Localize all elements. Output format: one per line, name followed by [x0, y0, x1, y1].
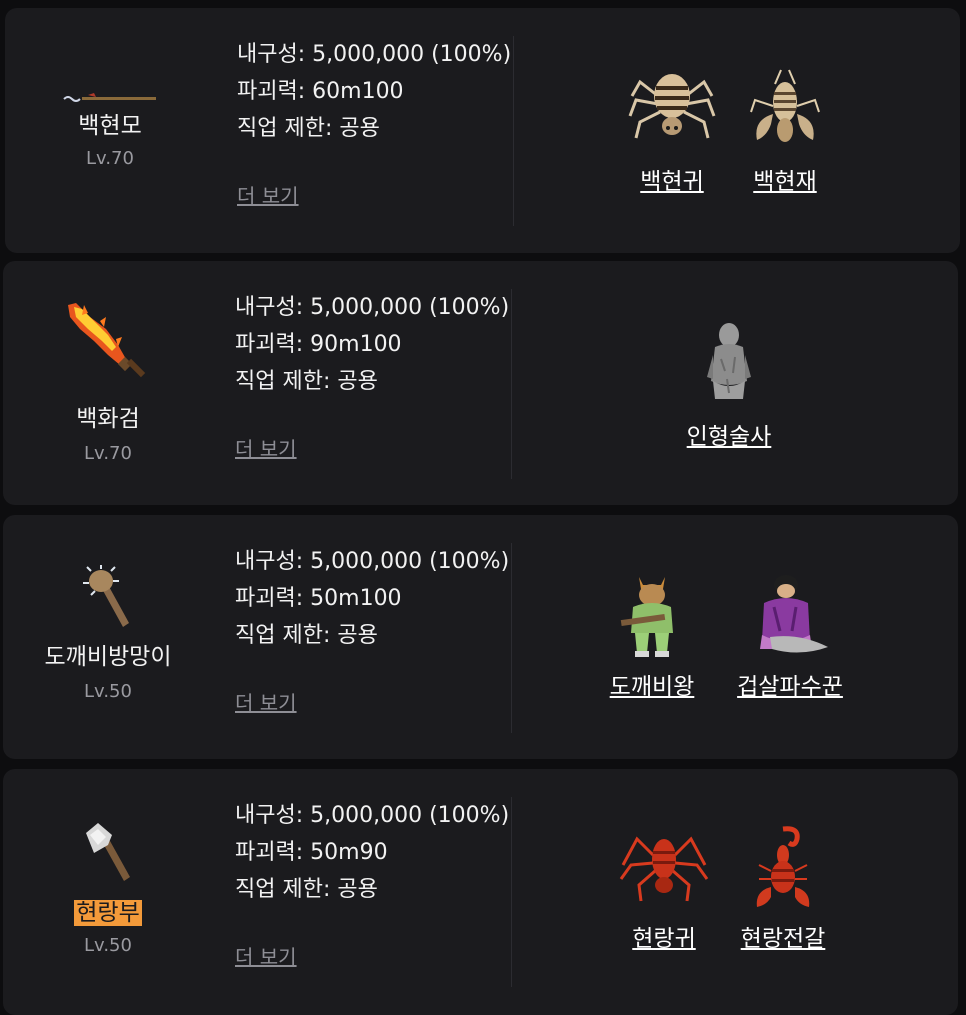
item-summary: 백화검 Lv.70: [3, 261, 213, 505]
divider: [511, 289, 512, 479]
item-summary: 도깨비방망이 Lv.50: [3, 515, 213, 759]
lobster-icon: [750, 69, 820, 142]
durability-label: 내구성:: [235, 803, 311, 828]
drop-monster[interactable]: 현랑귀: [618, 825, 710, 953]
drop-monster[interactable]: 백현귀: [627, 66, 717, 196]
goblin-king-icon: [620, 577, 673, 657]
purple-bandit-icon: [760, 575, 828, 653]
item-card: 도깨비방망이 Lv.50 내구성: 5,000,000 (100%) 파괴력: …: [3, 515, 958, 759]
more-link[interactable]: 더 보기: [237, 180, 299, 209]
red-spider-icon: [619, 836, 709, 902]
job-label: 직업 제한:: [235, 623, 338, 648]
drop-monster[interactable]: 백현재: [740, 66, 830, 196]
item-card: 백현모 Lv.70 내구성: 5,000,000 (100%) 파괴력: 60m…: [5, 8, 960, 253]
durability-value: 5,000,000 (100%): [312, 42, 512, 67]
item-level: Lv.70: [84, 443, 132, 464]
axe-icon: [86, 823, 130, 881]
item-stats: 내구성: 5,000,000 (100%) 파괴력: 50m90 직업 제한: …: [235, 797, 509, 908]
power-label: 파괴력:: [237, 79, 313, 104]
more-link[interactable]: 더 보기: [235, 687, 297, 716]
drop-monster[interactable]: 도깨비왕: [597, 571, 707, 701]
item-name: 백화검: [76, 406, 140, 432]
drop-monster-name[interactable]: 현랑귀: [618, 919, 710, 953]
drop-monster[interactable]: 인형술사: [673, 319, 785, 451]
job-value: 공용: [337, 877, 378, 902]
durability-label: 내구성:: [237, 42, 313, 67]
job-value: 공용: [337, 623, 378, 648]
spear-icon: [63, 93, 156, 102]
item-stats: 내구성: 5,000,000 (100%) 파괴력: 60m100 직업 제한:…: [237, 36, 511, 147]
power-value: 50m90: [310, 840, 388, 865]
item-stats: 내구성: 5,000,000 (100%) 파괴력: 50m100 직업 제한:…: [235, 543, 509, 654]
item-name: 현랑부: [3, 899, 213, 927]
item-summary: 현랑부 Lv.50: [3, 769, 213, 1015]
item-list: 백현모 Lv.70 내구성: 5,000,000 (100%) 파괴력: 60m…: [0, 0, 966, 1015]
drop-monster[interactable]: 현랑전갈: [727, 825, 839, 953]
job-label: 직업 제한:: [235, 369, 338, 394]
divider: [511, 797, 512, 987]
divider: [511, 543, 512, 733]
item-card: 현랑부 Lv.50 내구성: 5,000,000 (100%) 파괴력: 50m…: [3, 769, 958, 1015]
job-value: 공용: [339, 116, 380, 141]
drop-monster-name[interactable]: 인형술사: [673, 417, 785, 451]
item-name-highlight: 현랑부: [74, 900, 142, 926]
job-label: 직업 제한:: [237, 116, 340, 141]
item-card: 백화검 Lv.70 내구성: 5,000,000 (100%) 파괴력: 90m…: [3, 261, 958, 505]
flame-sword-icon: [68, 303, 146, 378]
item-summary: 백현모 Lv.70: [5, 8, 215, 253]
durability-label: 내구성:: [235, 549, 311, 574]
drop-monster-name[interactable]: 현랑전갈: [727, 919, 839, 953]
durability-label: 내구성:: [235, 295, 311, 320]
divider: [513, 36, 514, 226]
spiked-club-icon: [83, 565, 129, 627]
item-level: Lv.70: [86, 148, 134, 169]
power-label: 파괴력:: [235, 332, 311, 357]
durability-value: 5,000,000 (100%): [310, 803, 510, 828]
item-stats: 내구성: 5,000,000 (100%) 파괴력: 90m100 직업 제한:…: [235, 289, 509, 400]
drop-monster-name[interactable]: 백현재: [740, 162, 830, 196]
drop-monster-name[interactable]: 겁살파수꾼: [723, 667, 857, 701]
drop-monster[interactable]: 겁살파수꾼: [723, 571, 857, 701]
job-value: 공용: [337, 369, 378, 394]
durability-value: 5,000,000 (100%): [310, 549, 510, 574]
power-value: 90m100: [310, 332, 402, 357]
red-scorpion-icon: [756, 826, 810, 907]
more-link[interactable]: 더 보기: [235, 941, 297, 970]
striped-spider-icon: [628, 74, 716, 139]
item-level: Lv.50: [84, 935, 132, 956]
power-label: 파괴력:: [235, 586, 311, 611]
job-label: 직업 제한:: [235, 877, 338, 902]
more-link[interactable]: 더 보기: [235, 433, 297, 462]
item-level: Lv.50: [84, 681, 132, 702]
power-label: 파괴력:: [235, 840, 311, 865]
drop-monster-name[interactable]: 도깨비왕: [597, 667, 707, 701]
power-value: 60m100: [312, 79, 404, 104]
power-value: 50m100: [310, 586, 402, 611]
durability-value: 5,000,000 (100%): [310, 295, 510, 320]
item-name: 도깨비방망이: [44, 644, 172, 670]
item-name: 백현모: [78, 113, 142, 139]
drop-monster-name[interactable]: 백현귀: [627, 162, 717, 196]
stone-statue-icon: [707, 323, 751, 399]
